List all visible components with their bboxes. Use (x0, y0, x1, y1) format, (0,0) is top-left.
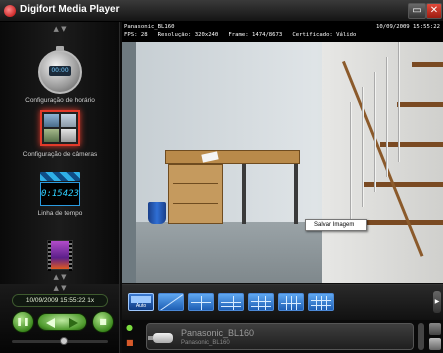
sidebar-item-label: Linha de tempo (37, 210, 83, 217)
scene-trash-bin (148, 202, 166, 224)
timeline-icon-text: 0:15423 (40, 182, 80, 206)
layout-4x4-button[interactable] (308, 293, 334, 311)
context-menu-save-image[interactable]: Salvar Imagem (305, 219, 367, 231)
sidebar: ▲ ▼ 00:00 Configuração de horário Config… (0, 22, 120, 284)
close-button[interactable]: ✕ (426, 3, 442, 19)
layout-toolbar: Auto ▶ (122, 284, 443, 320)
video-stats: FPS: 28 Resolução: 320x240 Frame: 1474/8… (124, 32, 357, 38)
add-camera-icon[interactable]: ● (126, 323, 138, 333)
camera-list-item[interactable]: Panasonic_BL160 Panasonic_BL160 (146, 323, 414, 350)
layout-2x2-button[interactable] (188, 293, 214, 311)
sidebar-item-camera-config[interactable]: Configuração de câmeras (0, 110, 120, 158)
play-forward-icon[interactable] (69, 318, 78, 328)
scene-desk-drawers (168, 164, 223, 224)
sidebar-item-timeline[interactable]: 0:15423 Linha de tempo (0, 172, 120, 217)
camera-list-item-name: Panasonic_BL160 (181, 328, 255, 338)
play-direction-control[interactable] (37, 313, 87, 331)
restore-button[interactable]: ▭ (408, 3, 426, 19)
speed-slider-handle[interactable] (60, 337, 68, 345)
sidebar-item-label: Configuração de horário (25, 97, 95, 104)
camera-strip-tool-icon[interactable] (429, 338, 441, 350)
play-backward-icon[interactable] (46, 318, 55, 328)
film-icon (47, 240, 73, 271)
playback-controls: ▲ ▼ 10/09/2009 15:55:22 1x ❚❚ ■ (0, 284, 120, 353)
scene-desk-top (165, 150, 300, 164)
clock-icon: 00:00 (38, 46, 82, 94)
camera-list-item-sub: Panasonic_BL160 (181, 340, 230, 346)
sidebar-item-media[interactable] (0, 240, 120, 271)
camera-strip: ● ■ Panasonic_BL160 Panasonic_BL160 (122, 320, 443, 353)
layout-auto-button[interactable]: Auto (128, 293, 154, 311)
app-icon (4, 5, 16, 17)
clock-icon-text: 00:00 (49, 66, 71, 76)
window-title: Digifort Media Player (20, 4, 120, 15)
layout-4x3-button[interactable] (278, 293, 304, 311)
playback-datetime: 10/09/2009 15:55:22 1x (12, 294, 108, 307)
stop-button[interactable]: ■ (92, 311, 114, 333)
sidebar-scroll-down[interactable]: ▲ ▼ (0, 272, 120, 282)
sidebar-item-time-config[interactable]: 00:00 Configuração de horário (0, 46, 120, 104)
sidebar-item-label: Configuração de câmeras (22, 151, 98, 158)
scene-desk-leg (242, 164, 246, 224)
player-arrows[interactable]: ▲ ▼ (0, 284, 120, 292)
layout-3x3-button[interactable] (248, 293, 274, 311)
video-viewport[interactable]: Salvar Imagem (122, 42, 443, 283)
layout-single-button[interactable] (158, 293, 184, 311)
camera-icon (148, 333, 173, 343)
layout-next-button[interactable]: ▶ (433, 291, 441, 313)
scene-doorframe (122, 42, 136, 283)
camera-strip-tool-icon[interactable] (429, 323, 441, 335)
layout-auto-label: Auto (135, 303, 147, 309)
video-camera-name: Panasonic_BL160 (124, 24, 175, 30)
video-datetime: 10/09/2009 15:55:22 (376, 24, 440, 30)
title-bar: Digifort Media Player ▭ ✕ (0, 0, 443, 22)
sidebar-scroll-up[interactable]: ▲ ▼ (0, 24, 120, 34)
scene-desk-leg (294, 164, 298, 224)
camera-strip-scrollbar[interactable] (418, 323, 424, 350)
scene-staircase (322, 42, 443, 283)
video-info-overlay: Panasonic_BL160 FPS: 28 Resolução: 320x2… (122, 22, 443, 42)
remove-camera-icon[interactable]: ■ (126, 338, 138, 348)
timeline-icon: 0:15423 (40, 172, 80, 206)
pause-button[interactable]: ❚❚ (12, 311, 34, 333)
camera-grid-icon (40, 110, 80, 146)
layout-1plus5-button[interactable] (218, 293, 244, 311)
